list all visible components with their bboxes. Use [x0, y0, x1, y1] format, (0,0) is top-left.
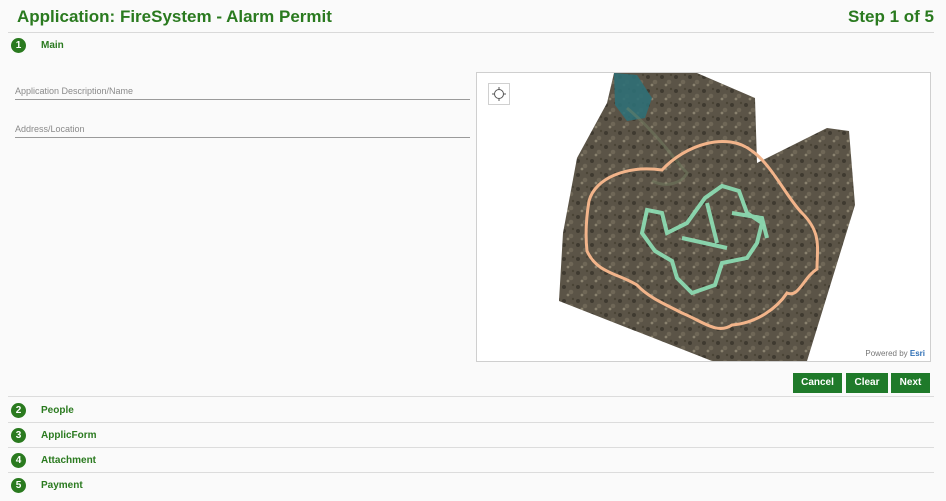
- address-location-input[interactable]: [15, 118, 470, 134]
- locate-button[interactable]: [488, 83, 510, 105]
- esri-link[interactable]: Esri: [910, 349, 925, 358]
- application-description-input[interactable]: [15, 80, 470, 96]
- map-attribution: Powered by Esri: [865, 349, 925, 358]
- next-button[interactable]: Next: [891, 373, 930, 393]
- crosshair-icon: [492, 87, 506, 101]
- section-header-payment[interactable]: 5 Payment: [8, 473, 934, 498]
- step-number-badge: 1: [11, 38, 26, 53]
- satellite-imagery: [559, 73, 855, 361]
- address-location-field[interactable]: [15, 118, 470, 138]
- section-label: ApplicForm: [41, 430, 97, 441]
- step-indicator: Step 1 of 5: [848, 7, 934, 26]
- section-label: Main: [41, 40, 64, 51]
- page-title: Application: FireSystem - Alarm Permit: [17, 7, 332, 26]
- section-header-applicform[interactable]: 3 ApplicForm: [8, 423, 934, 448]
- powered-by-text: Powered by: [865, 349, 908, 358]
- page-header: Application: FireSystem - Alarm Permit S…: [0, 0, 946, 34]
- application-description-field[interactable]: [15, 80, 470, 100]
- map-view[interactable]: Powered by Esri: [476, 72, 931, 362]
- section-divider: [8, 396, 934, 397]
- clear-button[interactable]: Clear: [846, 373, 888, 393]
- section-label: Payment: [41, 480, 83, 491]
- cancel-button[interactable]: Cancel: [793, 373, 842, 393]
- step-number-badge: 3: [11, 428, 26, 443]
- section-header-main[interactable]: 1 Main: [8, 33, 934, 58]
- step-number-badge: 4: [11, 453, 26, 468]
- section-label: People: [41, 405, 74, 416]
- step-number-badge: 2: [11, 403, 26, 418]
- step-number-badge: 5: [11, 478, 26, 493]
- section-header-attachment[interactable]: 4 Attachment: [8, 448, 934, 473]
- section-header-people[interactable]: 2 People: [8, 396, 934, 423]
- section-label: Attachment: [41, 455, 97, 466]
